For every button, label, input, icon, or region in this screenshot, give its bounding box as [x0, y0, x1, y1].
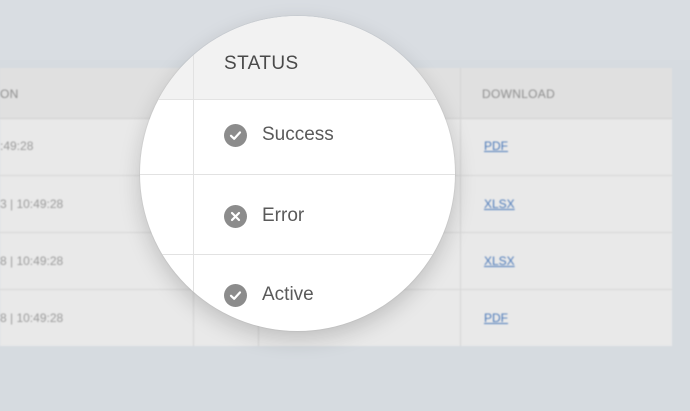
row-divider [140, 254, 455, 255]
x-circle-icon [224, 204, 247, 228]
status-label: Error [262, 205, 305, 226]
download-link[interactable]: PDF [484, 311, 508, 325]
column-header-download: DOWNLOAD [482, 87, 556, 101]
column-header-left: ON [0, 87, 19, 101]
magnifier-lens: STATUS Success Error Active [140, 16, 455, 331]
row-timestamp: 8 | 10:49:28 [0, 254, 64, 268]
download-link[interactable]: XLSX [484, 254, 515, 268]
check-circle-icon [224, 283, 247, 307]
row-timestamp: 3 | 10:49:28 [0, 197, 64, 211]
status-active: Active [224, 282, 314, 308]
status-error: Error [224, 203, 304, 229]
row-timestamp: :49:28 [0, 139, 34, 153]
row-divider [140, 174, 455, 175]
download-link[interactable]: XLSX [484, 197, 515, 211]
status-column-header: STATUS [224, 53, 299, 74]
download-link[interactable]: PDF [484, 139, 508, 153]
check-circle-icon [224, 123, 247, 147]
status-label: Active [262, 284, 314, 305]
status-success: Success [224, 122, 334, 148]
row-timestamp: 8 | 10:49:28 [0, 311, 64, 325]
status-label: Success [262, 124, 334, 145]
